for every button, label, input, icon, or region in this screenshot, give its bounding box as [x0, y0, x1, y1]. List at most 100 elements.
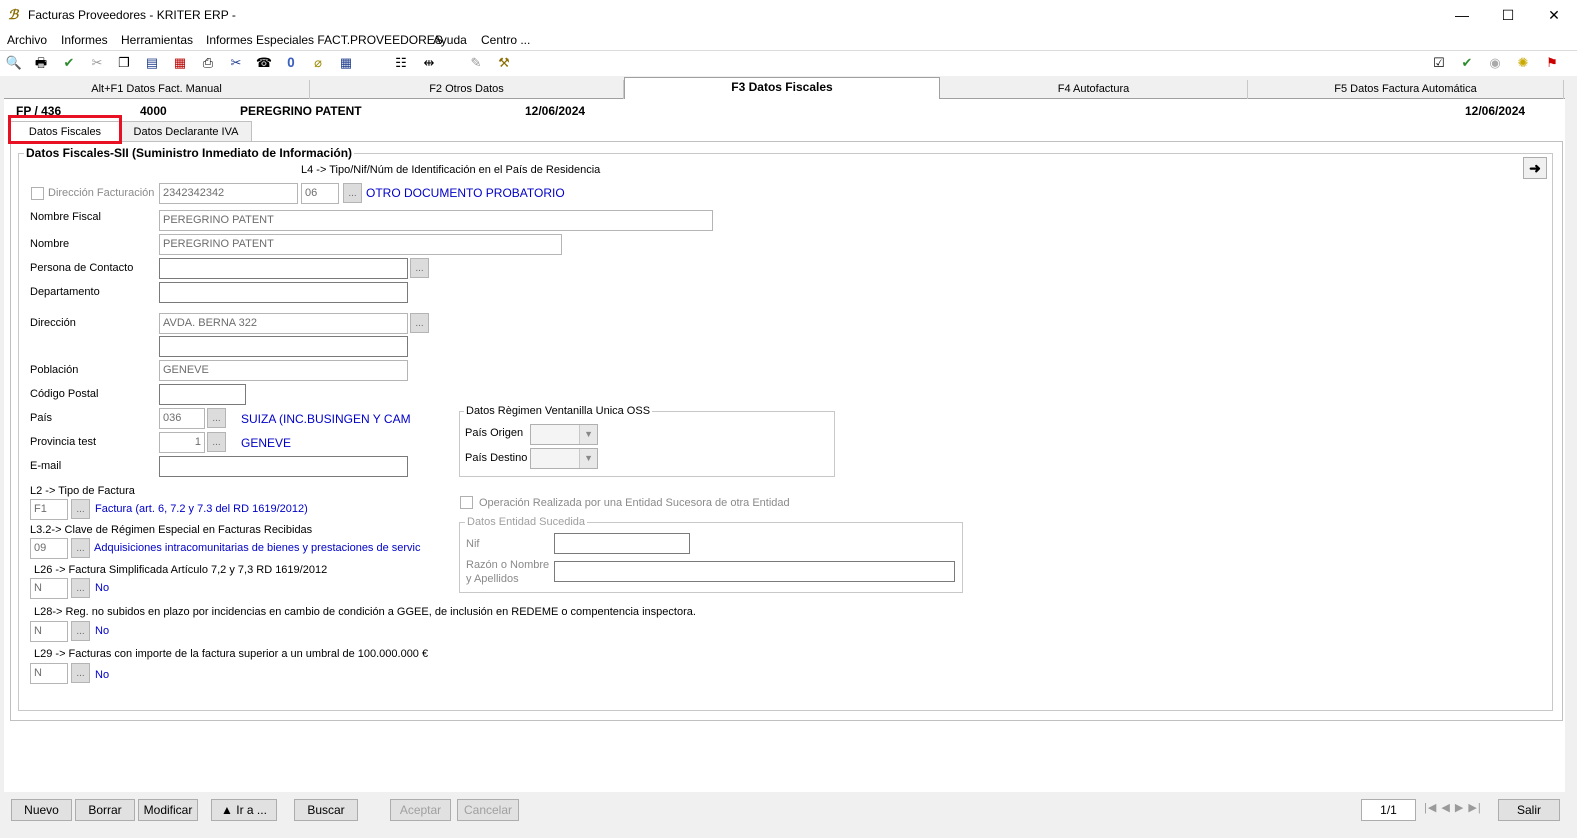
provincia-lookup-button[interactable]: ...	[207, 432, 226, 452]
arrow-right-icon[interactable]: ➜	[1523, 157, 1547, 179]
eye-icon[interactable]: ◉	[1486, 54, 1504, 72]
menu-centro[interactable]: Centro ...	[481, 33, 530, 47]
contacto-field[interactable]	[159, 258, 408, 279]
tipo-doc-field[interactable]: 06	[301, 183, 339, 204]
pais-field[interactable]: 036	[159, 408, 205, 429]
tab-otros-datos[interactable]: F2 Otros Datos	[310, 80, 624, 99]
maximize-button[interactable]: ☐	[1485, 0, 1531, 30]
direccion-field[interactable]: AVDA. BERNA 322	[159, 313, 408, 334]
pin-icon[interactable]: ✎	[467, 54, 485, 72]
approve-icon[interactable]: ✔	[1458, 54, 1476, 72]
borrar-button[interactable]: Borrar	[75, 799, 135, 821]
title-bar: ℬ Facturas Proveedores - KRITER ERP -	[0, 0, 1577, 30]
l29-lookup-button[interactable]: ...	[71, 663, 90, 683]
modificar-button[interactable]: Modificar	[138, 799, 198, 821]
tab-autofactura[interactable]: F4 Autofactura	[940, 80, 1248, 99]
subtab-datos-declarante-iva[interactable]: Datos Declarante IVA	[120, 121, 252, 141]
pais-desc: SUIZA (INC.BUSINGEN Y CAM	[241, 412, 411, 426]
direccion2-field[interactable]	[159, 336, 408, 357]
email-label: E-mail	[30, 460, 62, 472]
columns-icon[interactable]: ⇹	[420, 54, 438, 72]
l28-lookup-button[interactable]: ...	[71, 621, 90, 641]
menu-archivo[interactable]: Archivo	[7, 33, 47, 47]
provincia-field[interactable]: 1	[159, 432, 205, 453]
nombre-fiscal-label: Nombre Fiscal	[30, 211, 101, 223]
l32-field[interactable]: 09	[30, 538, 68, 559]
salir-button[interactable]: Salir	[1498, 799, 1560, 821]
fax-icon[interactable]: ⎙	[199, 54, 217, 72]
scissors-icon[interactable]: ✂	[227, 54, 245, 72]
clip-icon[interactable]: ⌀	[309, 54, 327, 72]
l2-label: L2 -> Tipo de Factura	[30, 485, 135, 497]
l26-field[interactable]: N	[30, 578, 68, 599]
dir-fact-label: Dirección Facturación	[48, 187, 155, 199]
lightbulb-icon[interactable]: ✺	[1514, 54, 1532, 72]
pais-destino-select[interactable]: ▼	[530, 448, 598, 469]
form-icon[interactable]: ▤	[143, 54, 161, 72]
menu-informes[interactable]: Informes	[61, 33, 108, 47]
cut-disabled-icon[interactable]: ✂	[88, 54, 106, 72]
sucedida-nif-field[interactable]	[554, 533, 690, 554]
close-button[interactable]: ✕	[1531, 0, 1577, 30]
tab-datos-fiscales[interactable]: F3 Datos Fiscales	[624, 77, 940, 100]
window-title: Facturas Proveedores - KRITER ERP -	[28, 8, 236, 22]
razon-label-1: Razón o Nombre	[466, 559, 550, 571]
app-icon: ℬ	[8, 7, 19, 22]
sucesora-label: Operación Realizada por una Entidad Suce…	[479, 497, 790, 509]
oss-title: Datos Règimen Ventanilla Unica OSS	[464, 405, 653, 417]
print-preview-icon[interactable]: 🔍	[5, 54, 23, 72]
oss-group	[459, 411, 835, 477]
ir-a-button[interactable]: ▲ Ir a ...	[211, 799, 277, 821]
pais-lookup-button[interactable]: ...	[207, 408, 226, 428]
contacto-lookup-button[interactable]: ...	[410, 258, 429, 278]
nuevo-button[interactable]: Nuevo	[11, 799, 72, 821]
l29-field[interactable]: N	[30, 663, 68, 684]
calendar-icon[interactable]: ▦	[171, 54, 189, 72]
phone-icon[interactable]: ☎	[255, 54, 273, 72]
menu-informes-especiales[interactable]: Informes Especiales FACT.PROVEEDORES	[206, 33, 443, 47]
l29-desc: No	[95, 669, 110, 681]
tipo-doc-lookup-button[interactable]: ...	[343, 183, 362, 203]
cancelar-button[interactable]: Cancelar	[457, 799, 519, 821]
pais-destino-label: País Destino	[465, 452, 528, 464]
buscar-button[interactable]: Buscar	[294, 799, 358, 821]
table-icon[interactable]: ☷	[392, 54, 410, 72]
tool-icon[interactable]: ⚒	[495, 54, 513, 72]
nombre-field[interactable]: PEREGRINO PATENT	[159, 234, 562, 255]
l26-lookup-button[interactable]: ...	[71, 578, 90, 598]
razon-field[interactable]	[554, 561, 955, 582]
dir-fact-checkbox[interactable]	[31, 187, 44, 200]
nif-field[interactable]: 2342342342	[159, 183, 298, 204]
menu-ayuda[interactable]: Ayuda	[433, 33, 467, 47]
check-shield-icon[interactable]: ✔	[60, 54, 78, 72]
exit-icon[interactable]: ⚑	[1543, 54, 1561, 72]
pais-origen-label: País Origen	[465, 427, 524, 439]
minimize-button[interactable]: —	[1439, 0, 1485, 30]
tab-datos-factura-automatica[interactable]: F5 Datos Factura Automática	[1248, 80, 1564, 99]
l28-field[interactable]: N	[30, 621, 68, 642]
l32-lookup-button[interactable]: ...	[71, 538, 90, 558]
sucesora-checkbox[interactable]	[460, 496, 473, 509]
l2-desc: Factura (art. 6, 7.2 y 7.3 del RD 1619/2…	[95, 503, 308, 515]
attachment-icon[interactable]: 𝟎	[282, 54, 300, 72]
checkbox-icon[interactable]: ☑	[1430, 54, 1448, 72]
l2-lookup-button[interactable]: ...	[71, 499, 90, 519]
pager-nav-icons[interactable]: |◀ ◀ ▶ ▶|	[1424, 801, 1484, 819]
copy-icon[interactable]: ❐	[115, 54, 133, 72]
direccion-lookup-button[interactable]: ...	[410, 313, 429, 333]
poblacion-field[interactable]: GENEVE	[159, 360, 408, 381]
cp-field[interactable]	[159, 384, 246, 405]
nombre-fiscal-field[interactable]: PEREGRINO PATENT	[159, 210, 713, 231]
grid-icon[interactable]: ▦	[337, 54, 355, 72]
email-field[interactable]	[159, 456, 408, 477]
tab-datos-fact-manual[interactable]: Alt+F1 Datos Fact. Manual	[4, 80, 310, 99]
depto-label: Departamento	[30, 286, 100, 298]
record-code: 4000	[140, 104, 167, 118]
aceptar-button[interactable]: Aceptar	[390, 799, 451, 821]
poblacion-label: Población	[30, 364, 79, 376]
pais-origen-select[interactable]: ▼	[530, 424, 598, 445]
print-icon[interactable]: 🖶	[32, 54, 50, 72]
l2-field[interactable]: F1	[30, 499, 68, 520]
depto-field[interactable]	[159, 282, 408, 303]
menu-herramientas[interactable]: Herramientas	[121, 33, 193, 47]
